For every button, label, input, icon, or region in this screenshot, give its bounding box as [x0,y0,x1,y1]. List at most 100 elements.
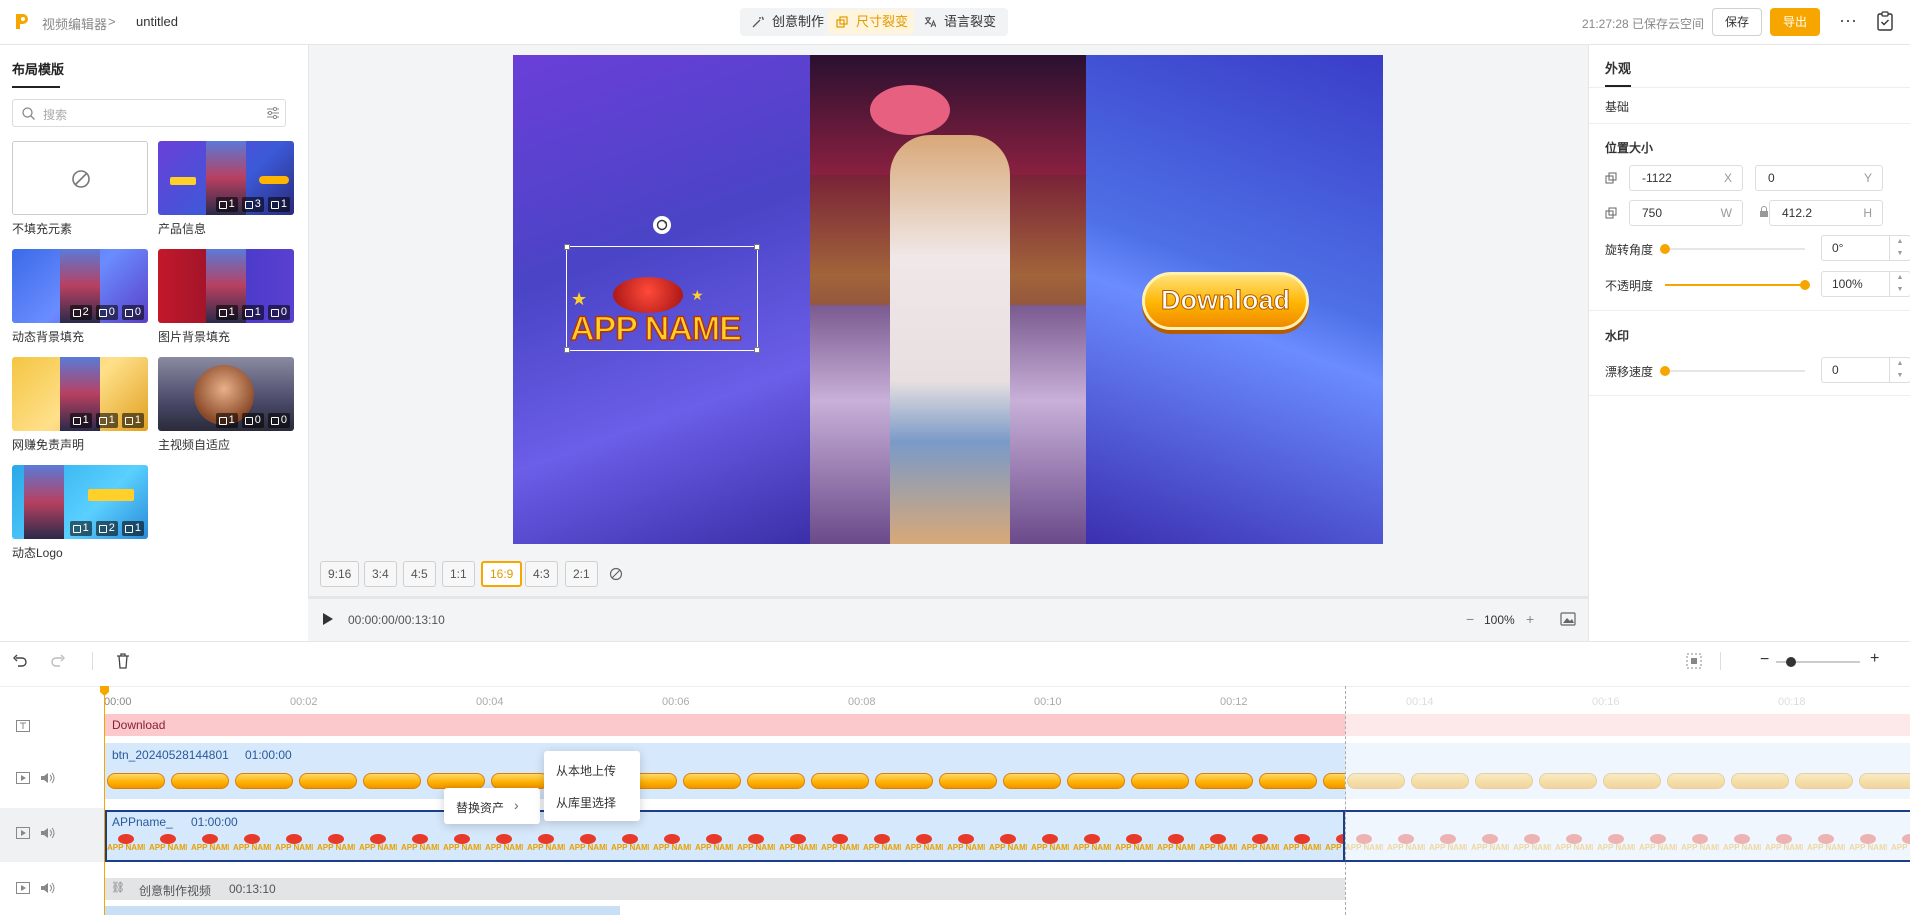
choose-library-menu-item[interactable]: 从库里选择 [556,794,616,811]
progress-track[interactable] [308,597,1588,599]
timeline-zoom-knob[interactable] [1786,657,1796,667]
logo-thumbnail-text: APP NAME [233,843,271,852]
logo-thumbnail: APP NAME [1387,834,1425,856]
width-input[interactable]: 750 W [1629,200,1743,226]
tab-appearance[interactable]: 外观 [1605,58,1631,77]
logo-thumbnail-text: APP NAME [1807,843,1845,852]
logo-clip-duration: 01:00:00 [191,815,238,829]
playhead-marker-icon[interactable] [100,686,109,696]
logo-thumbnail: APP NAME [1115,834,1153,856]
stepper-arrows-icon[interactable]: ▲ ▼ [1889,358,1910,382]
divider [1589,395,1910,396]
resize-handle[interactable] [564,244,570,250]
template-search-input[interactable]: 搜索 [12,99,286,127]
fit-timeline-icon[interactable] [1686,653,1702,669]
ratio-3-4-button[interactable]: 3:4 [364,561,397,587]
logo-thumbnail: APP NAME [1199,834,1237,856]
badge-image-count: 3 [241,197,264,212]
ratio-16-9-button[interactable]: 16:9 [481,561,523,587]
drift-speed-slider[interactable] [1660,366,1805,376]
template-thumbnail: 1 3 1 [158,141,294,215]
button-thumbnail [171,773,229,789]
redo-icon[interactable] [50,654,66,668]
opacity-input[interactable]: 100% ▲ ▼ [1821,271,1910,297]
ratio-4-3-button[interactable]: 4:3 [525,561,558,587]
w-value: 750 [1642,206,1663,220]
asset-count-badges: 1 3 1 [215,197,290,212]
breadcrumb-app[interactable]: 视频编辑器 [42,14,107,33]
tab-language[interactable]: 语言裂变 [916,10,1002,34]
stepper-arrows-icon[interactable]: ▲ ▼ [1889,236,1910,260]
resize-handle[interactable] [754,244,760,250]
image-preview-icon[interactable] [1560,612,1576,626]
opacity-label: 不透明度 [1605,279,1654,293]
ruler-tick: 00:06 [662,696,690,708]
tab-creative[interactable]: 创意制作 [744,10,830,34]
speaker-icon[interactable] [40,827,56,839]
layout-template-panel: 布局模版 搜索 不填充元素 1 3 1 产品信息 2 0 0 动态背景填充 1 … [0,45,309,641]
rotation-input[interactable]: 0° ▲ ▼ [1821,235,1910,261]
logo-thumbnail: APP NAME [737,834,775,856]
ratio-9-16-button[interactable]: 9:16 [320,561,360,587]
save-button[interactable]: 保存 [1712,8,1762,36]
upload-local-menu-item[interactable]: 从本地上传 [556,762,616,779]
rotation-slider[interactable] [1660,244,1805,254]
rotate-handle-icon[interactable] [653,216,671,234]
selection-frame[interactable] [564,244,760,353]
project-name[interactable]: untitled [136,14,178,29]
lock-aspect-icon[interactable] [1759,206,1769,218]
search-placeholder: 搜索 [43,108,68,122]
resize-handle[interactable] [564,347,570,353]
ratio-4-5-button[interactable]: 4:5 [403,561,436,587]
zoom-in-button[interactable]: + [1526,611,1534,627]
logo-thumbnail-text: APP NAME [191,843,229,852]
zoom-out-button[interactable]: − [1466,611,1474,627]
unlink-ratio-icon[interactable] [609,567,623,581]
badge-video-count: 1 [69,521,92,536]
main-video-clip[interactable]: ⛓ 创意制作视频 00:13:10 [105,878,1345,900]
timeline-zoom-in-button[interactable]: + [1870,650,1879,668]
button-thumbnail [491,773,549,789]
filter-sliders-icon[interactable] [266,107,280,119]
height-input[interactable]: 412.2 H [1769,200,1883,226]
ruler-tick: 00:12 [1220,696,1248,708]
opacity-slider[interactable] [1665,280,1810,290]
ratio-1-1-button[interactable]: 1:1 [442,561,475,587]
x-position-input[interactable]: -1122 X [1629,165,1743,191]
clipboard-check-icon[interactable] [1876,11,1894,31]
tab-resize[interactable]: 尺寸裂变 [828,10,915,34]
export-button[interactable]: 导出 [1770,8,1820,36]
logo-thumbnail-text: APP NAME [821,843,859,852]
y-position-input[interactable]: 0 Y [1755,165,1883,191]
asset-context-menu: 替换资产 › [444,788,540,824]
logo-thumbnail: APP NAME [569,834,607,856]
speaker-icon[interactable] [40,772,56,784]
timeline-zoom-slider[interactable] [1776,657,1860,667]
badge-video-count: 2 [69,305,92,320]
drift-speed-input[interactable]: 0 ▲ ▼ [1821,357,1910,383]
play-icon[interactable] [322,612,334,626]
ratio-2-1-button[interactable]: 2:1 [565,561,598,587]
opacity-slider-knob[interactable] [1800,280,1810,290]
stepper-arrows-icon[interactable]: ▲ ▼ [1889,272,1910,296]
main-video-frame[interactable] [810,55,1086,544]
app-logo-icon[interactable] [12,11,32,31]
timeline-zoom-out-button[interactable]: − [1760,651,1769,669]
text-clip[interactable]: Download [105,714,1345,736]
more-menu-icon[interactable]: ··· [1838,10,1858,34]
drift-slider-knob[interactable] [1660,366,1670,376]
undo-icon[interactable] [12,654,28,668]
rotation-slider-knob[interactable] [1660,244,1670,254]
playhead[interactable] [100,686,109,915]
button-asset-clip[interactable]: btn_20240528144801 01:00:00 [105,743,1910,799]
video-pig-figure [870,85,950,135]
resize-handle[interactable] [754,347,760,353]
speaker-icon[interactable] [40,882,56,894]
replace-asset-menu-item[interactable]: 替换资产 [456,799,504,816]
text-clip-label: Download [112,718,166,732]
logo-thumbnail: APP NAME [1241,834,1279,856]
delete-icon[interactable] [116,653,130,669]
asset-count-badges: 1 2 1 [69,521,144,536]
tab-layout-templates[interactable]: 布局模版 [12,59,64,78]
download-cta-button[interactable]: Download [1142,272,1309,330]
